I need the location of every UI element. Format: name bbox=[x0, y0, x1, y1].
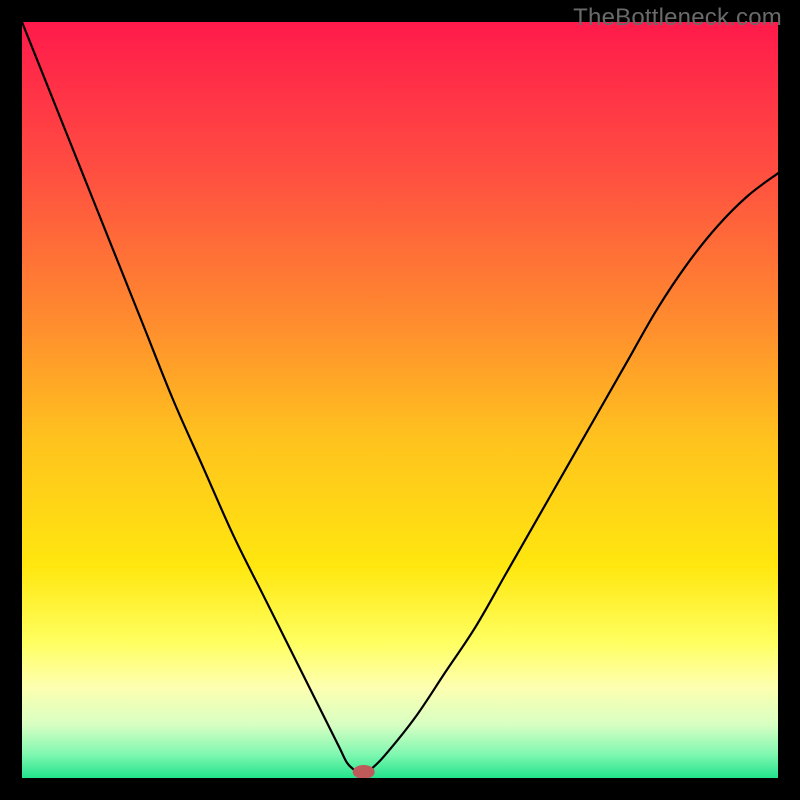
chart-background bbox=[22, 22, 778, 778]
chart-frame: TheBottleneck.com bbox=[0, 0, 800, 800]
watermark-text: TheBottleneck.com bbox=[573, 4, 782, 32]
chart-svg bbox=[22, 22, 778, 778]
chart-plot-area bbox=[22, 22, 778, 778]
